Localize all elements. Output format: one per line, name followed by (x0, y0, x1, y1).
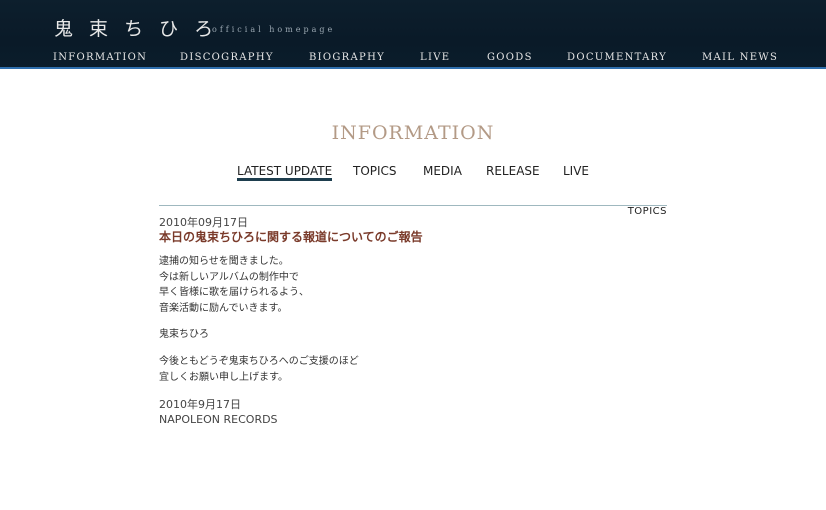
site-header: 鬼 束 ち ひ ろ official homepage INFORMATION … (0, 0, 826, 68)
article-footer-label: NAPOLEON RECORDS (159, 413, 278, 426)
article-line: 音楽活動に励んでいきます。 (159, 302, 288, 314)
nav-goods[interactable]: GOODS (487, 52, 533, 63)
article-line: 宜しくお願い申し上げます。 (159, 371, 288, 383)
article-signature: 鬼束ちひろ (159, 329, 209, 340)
tab-release[interactable]: RELEASE (486, 164, 540, 178)
article-category: TOPICS (627, 206, 667, 217)
article-paragraph-2: 今後ともどうぞ鬼束ちひろへのご支援のほど 宜しくお願い申し上げます。 (159, 354, 359, 385)
article-divider (159, 205, 667, 206)
nav-biography[interactable]: BIOGRAPHY (309, 52, 385, 63)
info-subnav: LATEST UPDATE TOPICS MEDIA RELEASE LIVE (0, 164, 826, 184)
article-headline: 本日の鬼束ちひろに関する報道についてのご報告 (159, 230, 423, 244)
site-tagline: official homepage (212, 25, 336, 34)
nav-information[interactable]: INFORMATION (53, 52, 147, 63)
nav-live[interactable]: LIVE (420, 52, 450, 63)
nav-discography[interactable]: DISCOGRAPHY (180, 52, 274, 63)
section-title: INFORMATION (331, 122, 495, 144)
site-logo[interactable]: 鬼 束 ち ひ ろ (54, 14, 218, 41)
article-line: 今は新しいアルバムの制作中で (159, 271, 299, 283)
article-line: 今後ともどうぞ鬼束ちひろへのご支援のほど (159, 356, 359, 367)
nav-documentary[interactable]: DOCUMENTARY (567, 52, 667, 63)
tab-latest-update[interactable]: LATEST UPDATE (237, 164, 333, 181)
article-footer-date: 2010年9月17日 (159, 398, 241, 411)
header-divider (0, 67, 826, 69)
article-paragraph-1: 逮捕の知らせを聞きました。 今は新しいアルバムの制作中で 早く皆様に歌を届けられ… (159, 254, 309, 316)
main-nav: INFORMATION DISCOGRAPHY BIOGRAPHY LIVE G… (0, 52, 826, 66)
article-line: 早く皆様に歌を届けられるよう、 (159, 287, 309, 298)
tab-media[interactable]: MEDIA (423, 164, 462, 178)
nav-mail-news[interactable]: MAIL NEWS (702, 52, 778, 63)
tab-topics[interactable]: TOPICS (353, 164, 397, 178)
article-line: 逮捕の知らせを聞きました。 (159, 256, 289, 267)
tab-live[interactable]: LIVE (563, 164, 589, 178)
